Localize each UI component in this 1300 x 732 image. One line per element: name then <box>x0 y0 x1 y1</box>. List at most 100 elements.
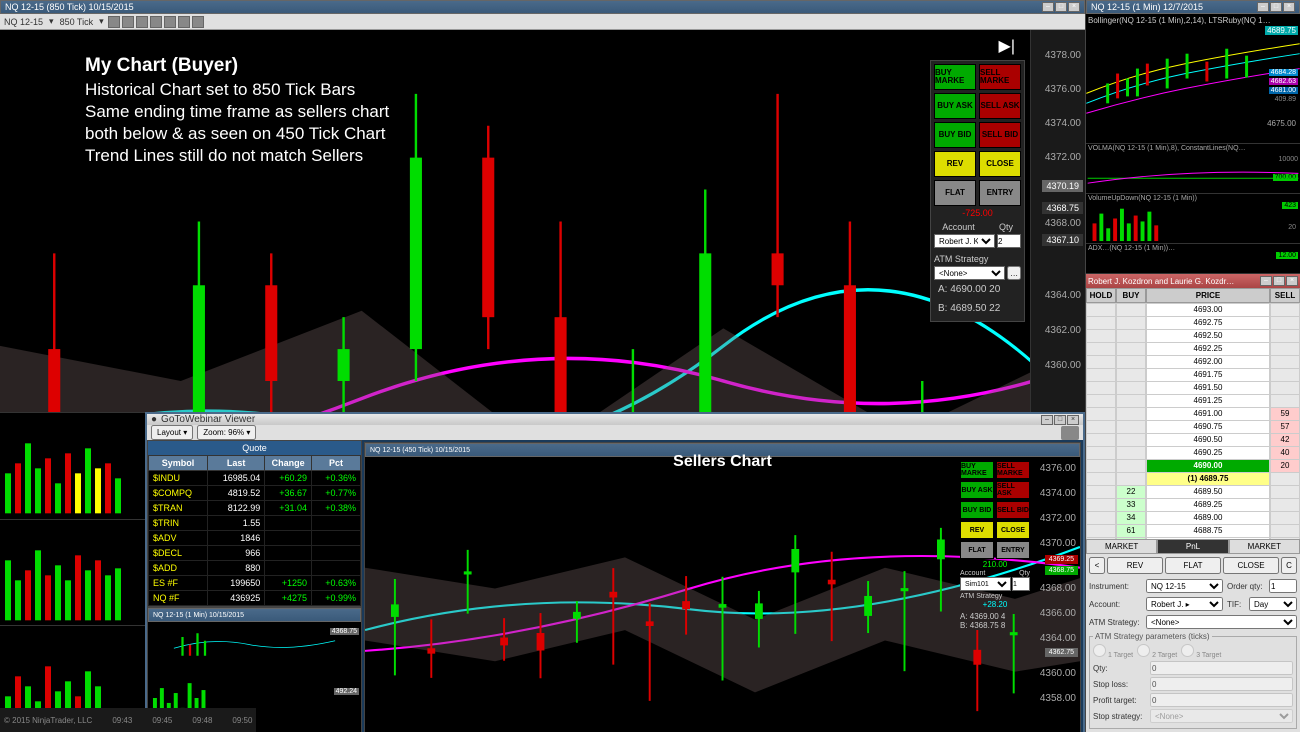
close-button[interactable]: CLOSE <box>1223 557 1279 574</box>
buy-bid-button[interactable]: BUY BID <box>960 501 994 519</box>
main-chart[interactable]: My Chart (Buyer) Historical Chart set to… <box>0 30 1085 732</box>
buy-market-button[interactable]: BUY MARKE <box>934 64 976 90</box>
dom-row[interactable]: 4691.75 <box>1086 368 1300 381</box>
camera-icon[interactable] <box>1061 426 1079 440</box>
dom-row[interactable]: 4690.5042 <box>1086 433 1300 446</box>
flat-button[interactable]: FLAT <box>960 541 994 559</box>
entry-button[interactable]: ENTRY <box>979 180 1021 206</box>
rev-button[interactable]: REV <box>934 151 976 177</box>
main-toolbar: NQ 12-15 ▾ 850 Tick ▾ <box>0 14 1085 30</box>
atm-config-button[interactable]: … <box>1007 266 1021 280</box>
buy-ask-button[interactable]: BUY ASK <box>960 481 994 499</box>
chart-annotation: My Chart (Buyer) Historical Chart set to… <box>85 55 389 167</box>
quote-row[interactable]: NQ #F436925+4275+0.99% <box>149 591 361 606</box>
ask-info: A: 4690.00 20 <box>934 280 1021 299</box>
sell-ask-button[interactable]: SELL ASK <box>996 481 1030 499</box>
quote-row[interactable]: $TRIN1.55 <box>149 516 361 531</box>
toolbar-interval[interactable]: 850 Tick <box>58 17 96 27</box>
toolbar-instrument[interactable]: NQ 12-15 <box>2 17 45 27</box>
dom-row[interactable]: 4692.75 <box>1086 316 1300 329</box>
buy-market-button[interactable]: BUY MARKE <box>960 461 994 479</box>
buy-ask-button[interactable]: BUY ASK <box>934 93 976 119</box>
right-volma-chart[interactable]: VOLMA(NQ 12-15 (1 Min),8), ConstantLines… <box>1086 144 1300 194</box>
sell-market-button[interactable]: SELL MARKE <box>996 461 1030 479</box>
dom-row[interactable]: 4692.50 <box>1086 329 1300 342</box>
toolbar-icon[interactable] <box>108 16 120 28</box>
flat-button[interactable]: FLAT <box>1165 557 1221 574</box>
cancel-button[interactable]: C <box>1281 557 1297 574</box>
gotow-maximize[interactable]: □ <box>1054 415 1066 425</box>
dom-row[interactable]: 4690.0020 <box>1086 459 1300 472</box>
trade-panel: BUY MARKE SELL MARKE BUY ASK SELL ASK BU… <box>930 60 1025 322</box>
close-position-button[interactable]: CLOSE <box>996 521 1030 539</box>
order-qty-input[interactable] <box>1269 579 1297 593</box>
dom-row[interactable]: 4690.2540 <box>1086 446 1300 459</box>
quote-row[interactable]: $COMPQ4819.52+36.67+0.77% <box>149 486 361 501</box>
gotowebinar-window: ● GoToWebinar Viewer – □ × Layout ▾ Zoom… <box>145 412 1085 732</box>
dom-row[interactable]: 344689.00 <box>1086 511 1300 524</box>
toolbar-icon[interactable] <box>136 16 148 28</box>
dom-row[interactable]: 4690.7557 <box>1086 420 1300 433</box>
dom-row[interactable]: 4691.0059 <box>1086 407 1300 420</box>
dom-row[interactable]: 4691.50 <box>1086 381 1300 394</box>
toolbar-icon[interactable] <box>164 16 176 28</box>
sellers-trade-panel: BUY MARKE SELL MARKE BUY ASK SELL ASK BU… <box>960 461 1030 630</box>
right-volume-chart[interactable]: VolumeUpDown(NQ 12-15 (1 Min)) 423 20 <box>1086 194 1300 244</box>
atm-strategy-select[interactable]: <None> <box>1146 615 1297 629</box>
quote-row[interactable]: $DECL966 <box>149 546 361 561</box>
sell-bid-button[interactable]: SELL BID <box>979 122 1021 148</box>
quote-row[interactable]: $ADD880 <box>149 561 361 576</box>
dom-row[interactable]: 614688.75 <box>1086 524 1300 537</box>
dom-row[interactable]: 334689.25 <box>1086 498 1300 511</box>
volume-strip <box>0 412 145 732</box>
toolbar-icon[interactable] <box>178 16 190 28</box>
rev-button[interactable]: REV <box>1107 557 1163 574</box>
right-bollinger-chart[interactable]: Bollinger(NQ 12-15 (1 Min),2,14), LTSRub… <box>1086 14 1300 144</box>
sellers-chart[interactable]: NQ 12-15 (450 Tick) 10/15/2015 Sellers C… <box>364 442 1081 732</box>
sellers-y-axis: 4376.00 4374.00 4372.00 4370.00 4369.25 … <box>1032 443 1080 732</box>
dom-row[interactable]: (1) 4689.75 <box>1086 472 1300 485</box>
toolbar-icon[interactable] <box>150 16 162 28</box>
quote-row[interactable]: $TRAN8122.99+31.04+0.38% <box>149 501 361 516</box>
toolbar-icon[interactable] <box>192 16 204 28</box>
sell-bid-button[interactable]: SELL BID <box>996 501 1030 519</box>
sell-market-button[interactable]: SELL MARKE <box>979 64 1021 90</box>
scroll-left-button[interactable]: < <box>1089 557 1105 574</box>
close-button[interactable]: × <box>1068 2 1080 12</box>
gotow-minimize[interactable]: – <box>1041 415 1053 425</box>
close-position-button[interactable]: CLOSE <box>979 151 1021 177</box>
quote-row[interactable]: $INDU16985.04+60.29+0.36% <box>149 471 361 486</box>
dom-panel: Robert J. Kozdron and Laurie G. Kozdr… –… <box>1086 274 1300 732</box>
zoom-button[interactable]: Zoom: 96% ▾ <box>197 425 256 440</box>
account-select[interactable]: Robert J. ▸ <box>1146 597 1223 611</box>
quote-panel: Quote Symbol Last Change Pct $INDU16985.… <box>147 440 362 607</box>
chart-forward-icon[interactable]: ▶| <box>999 36 1015 56</box>
dom-row[interactable]: 224689.50 <box>1086 485 1300 498</box>
tif-select[interactable]: Day <box>1249 597 1297 611</box>
bid-info: B: 4689.50 22 <box>934 299 1021 318</box>
gotow-titlebar: ● GoToWebinar Viewer – □ × <box>147 414 1083 425</box>
quote-row[interactable]: ES #F199650+1250+0.63% <box>149 576 361 591</box>
instrument-select[interactable]: NQ 12-15 <box>1146 579 1223 593</box>
entry-button[interactable]: ENTRY <box>996 541 1030 559</box>
buy-bid-button[interactable]: BUY BID <box>934 122 976 148</box>
dom-row[interactable]: 4692.00 <box>1086 355 1300 368</box>
minimize-button[interactable]: – <box>1042 2 1054 12</box>
quote-row[interactable]: $ADV1846 <box>149 531 361 546</box>
qty-input[interactable] <box>997 234 1021 248</box>
layout-button[interactable]: Layout ▾ <box>151 425 193 440</box>
dom-row[interactable]: 4691.25 <box>1086 394 1300 407</box>
atm-select[interactable]: <None> <box>934 266 1005 280</box>
toolbar-icon[interactable] <box>122 16 134 28</box>
account-select[interactable]: Robert J. Kozc <box>934 234 995 248</box>
right-chart-titlebar: NQ 12-15 (1 Min) 12/7/2015 –□× <box>1086 0 1300 14</box>
rev-button[interactable]: REV <box>960 521 994 539</box>
right-adx-chart[interactable]: ADX…(NQ 12-15 (1 Min))… 12.00 <box>1086 244 1300 274</box>
dom-row[interactable]: 4692.25 <box>1086 342 1300 355</box>
sell-ask-button[interactable]: SELL ASK <box>979 93 1021 119</box>
dom-row[interactable]: 4693.00 <box>1086 303 1300 316</box>
maximize-button[interactable]: □ <box>1055 2 1067 12</box>
gotow-close[interactable]: × <box>1067 415 1079 425</box>
flat-button[interactable]: FLAT <box>934 180 976 206</box>
dom-controls: < REV FLAT CLOSE C Instrument:NQ 12-15 O… <box>1086 554 1300 732</box>
